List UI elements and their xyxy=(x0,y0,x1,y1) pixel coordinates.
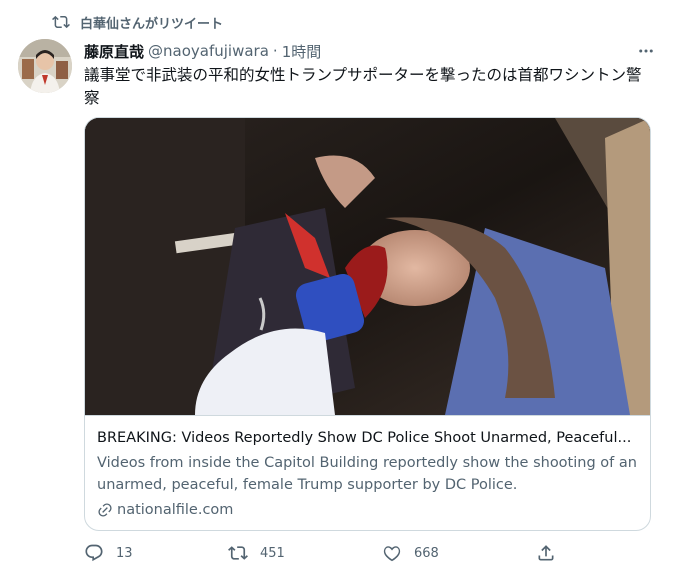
card-description: Videos from inside the Capitol Building … xyxy=(97,455,637,493)
tweet-header: 藤原直哉 @naoyafujiwara · 1時間 xyxy=(84,40,657,62)
retweet-context[interactable]: 白華仙さんがリツイート xyxy=(52,12,223,32)
retweet-context-text: 白華仙さんがリツイート xyxy=(80,16,224,32)
like-button[interactable]: 668 xyxy=(382,540,439,566)
reply-count: 13 xyxy=(116,545,133,561)
display-name[interactable]: 藤原直哉 xyxy=(84,41,144,62)
reply-icon xyxy=(85,544,103,562)
heart-icon xyxy=(383,546,401,562)
timestamp[interactable]: 1時間 xyxy=(282,41,322,62)
card-title: BREAKING: Videos Reportedly Show DC Poli… xyxy=(97,430,632,446)
like-count: 668 xyxy=(414,545,439,561)
retweet-count: 451 xyxy=(260,545,285,561)
retweet-icon xyxy=(228,546,248,560)
card-domain: nationalfile.com xyxy=(97,500,233,520)
share-button[interactable] xyxy=(536,540,568,566)
avatar[interactable] xyxy=(18,39,72,93)
more-icon xyxy=(639,49,653,53)
retweet-icon xyxy=(52,15,70,29)
tweet-text: 議事堂で非武装の平和的女性トランプサポーターを撃ったのは首都ワシントン警察 xyxy=(84,66,642,107)
reply-button[interactable]: 13 xyxy=(84,540,133,566)
user-handle[interactable]: @naoyafujiwara xyxy=(148,42,269,60)
tweet-actions: 13 451 668 xyxy=(84,540,564,566)
retweet-button[interactable]: 451 xyxy=(228,540,285,566)
link-icon xyxy=(98,503,112,517)
link-card[interactable]: BREAKING: Videos Reportedly Show DC Poli… xyxy=(84,117,651,531)
separator: · xyxy=(272,42,278,60)
card-image[interactable] xyxy=(85,118,650,415)
card-meta[interactable]: BREAKING: Videos Reportedly Show DC Poli… xyxy=(85,415,650,530)
card-domain-text: nationalfile.com xyxy=(117,502,234,518)
share-icon xyxy=(538,545,554,561)
more-button[interactable] xyxy=(635,40,657,62)
